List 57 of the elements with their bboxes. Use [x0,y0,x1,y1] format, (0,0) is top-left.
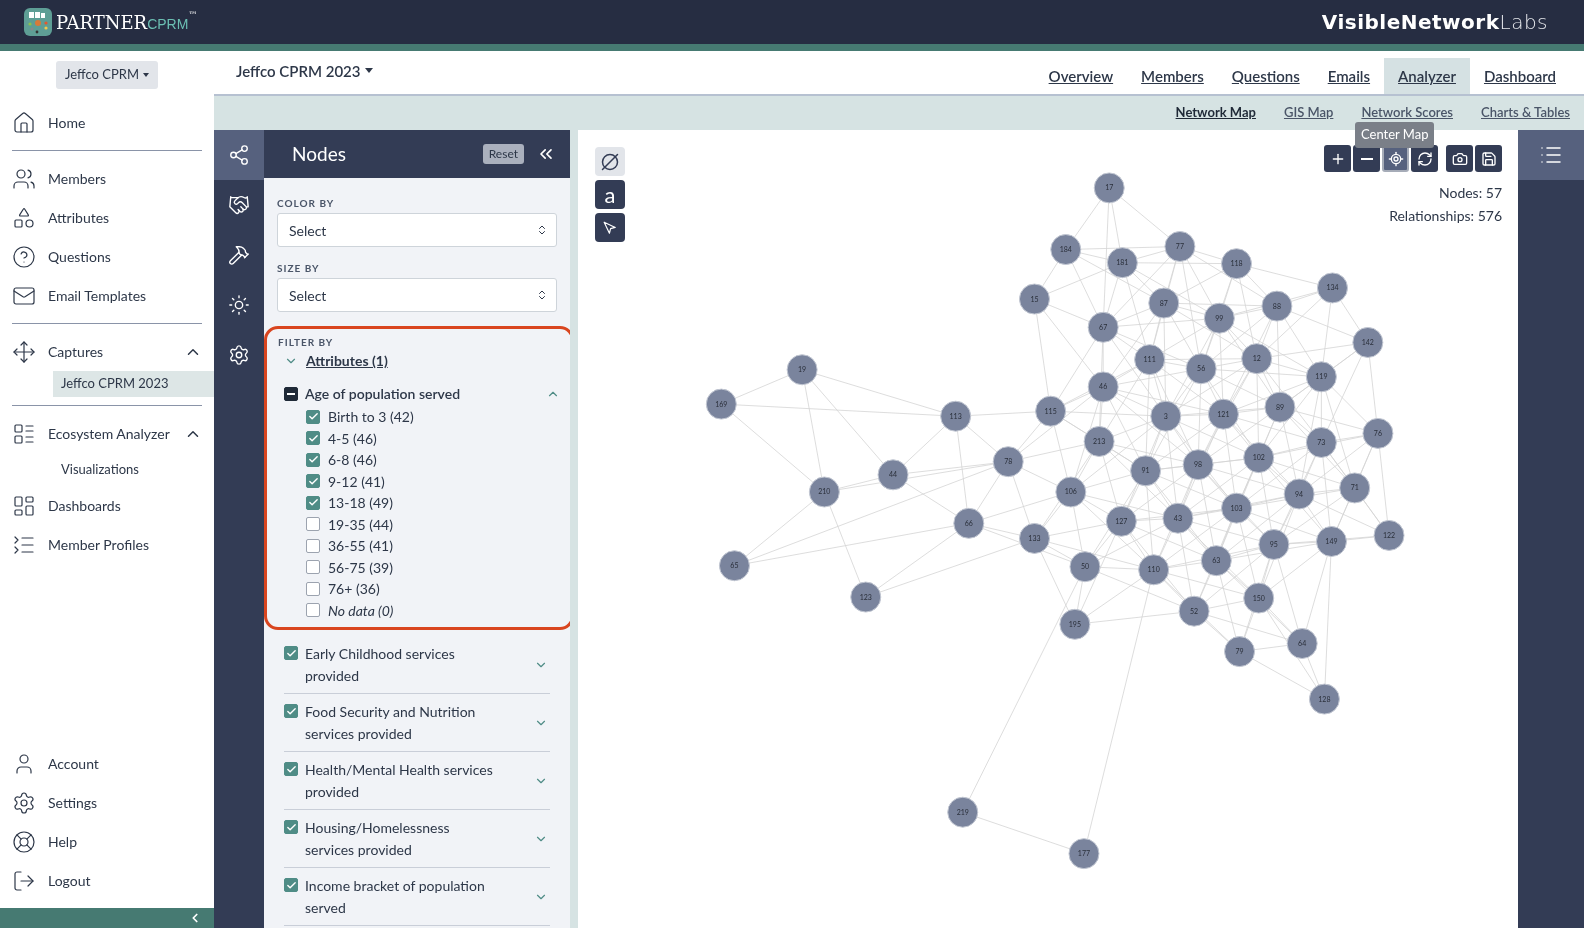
attribute-label: Age of population served [305,384,462,404]
sidebar-item[interactable]: Home [0,103,214,142]
sidebar-item[interactable]: Dashboards [0,486,214,525]
field-label: SIZE BY [277,261,321,276]
option-label: 13-18 (49) [328,493,393,514]
sidebar-item[interactable]: Members [0,159,214,198]
nav-tab[interactable]: Overview [1034,58,1128,94]
tooltip: Center Map [1355,122,1435,148]
field-label: COLOR BY [277,196,336,211]
sub-tab[interactable]: GIS Map [1283,103,1334,123]
nav-tab[interactable]: Emails [1313,58,1385,94]
option-label: 76+ (36) [328,579,380,600]
nav-tab[interactable]: Questions [1217,58,1314,94]
project-dropdown[interactable]: Jeffco CPRM 2023 [236,59,373,82]
attribute-label: Early Childhood services provided [305,643,456,686]
option-label: 9-12 (41) [328,471,385,492]
node-count: Nodes: 57 [1438,183,1502,203]
option-label: 19-35 (44) [328,514,393,535]
attribute-label: Health/Mental Health services provided [305,759,494,802]
nav-tab[interactable]: Dashboard [1469,58,1570,94]
sub-tab[interactable]: Network Scores [1361,103,1453,123]
panel-title: Nodes [292,140,347,167]
sidebar-item[interactable]: Ecosystem Analyzer [0,414,214,453]
sidebar-item[interactable]: Captures [0,332,214,371]
option-label: 6-8 (46) [328,450,377,471]
sub-tab[interactable]: Charts & Tables [1481,103,1570,123]
sidebar-item[interactable]: Attributes [0,198,214,237]
attribute-label: Food Security and Nutrition services provided [305,701,477,744]
filter-group[interactable]: Attributes (1) [278,350,560,371]
sidebar-item[interactable]: Account [0,744,214,783]
label-toggle-button[interactable]: a [595,180,625,209]
sidebar-subitem[interactable]: Visualizations [53,453,214,486]
sidebar-item[interactable]: Help [0,822,214,861]
sidebar-item[interactable]: Questions [0,237,214,276]
sidebar-item[interactable]: Member Profiles [0,525,214,564]
sub-tab[interactable]: Network Map [1175,103,1256,123]
attribute-label: Housing/Homelessness services provided [305,817,451,860]
sidebar-item[interactable]: Logout [0,861,214,900]
nav-tab[interactable]: Members [1127,58,1218,94]
partner-logo: VisibleNetworkLabs [1321,9,1548,36]
attribute-label: Income bracket of population served [305,875,486,918]
sidebar-subitem[interactable]: Jeffco CPRM 2023 [53,371,214,397]
option-label: 4-5 (46) [328,428,377,449]
option-label: 56-75 (39) [328,557,393,578]
option-label: No data (0) [328,600,394,621]
sidebar-item[interactable]: Email Templates [0,276,214,315]
sidebar-item[interactable]: Settings [0,783,214,822]
brand-name: PARTNERCPRM ™ [56,8,198,35]
reset-button[interactable]: Reset [482,144,524,164]
select-field[interactable]: Select [277,213,557,247]
select-field[interactable]: Select [277,278,557,312]
option-label: 36-55 (41) [328,536,393,557]
option-label: Birth to 3 (42) [328,407,414,428]
relationship-count: Relationships: 576 [1389,206,1502,226]
org-dropdown[interactable]: Jeffco CPRM [56,61,158,89]
nav-tab[interactable]: Analyzer [1384,58,1470,94]
field-label: FILTER BY [278,335,335,350]
